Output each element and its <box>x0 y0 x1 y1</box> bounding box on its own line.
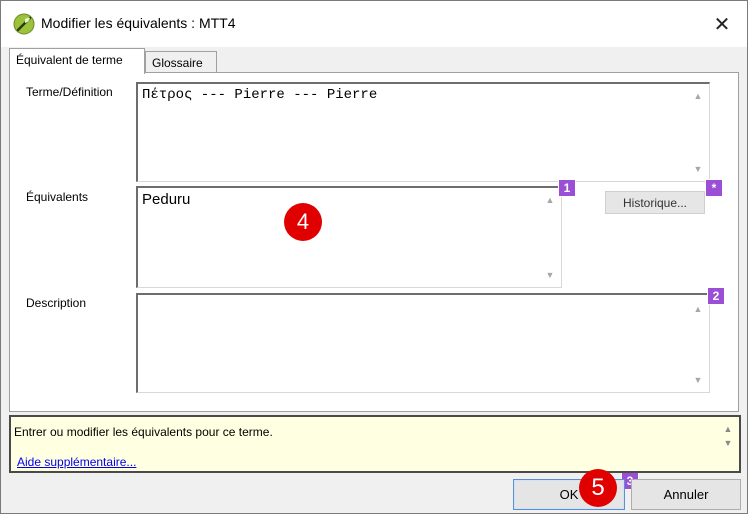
term-value: Πέτρος --- Pierre --- Pierre <box>142 87 378 103</box>
tab-glossary[interactable]: Glossaire <box>145 51 217 73</box>
scroll-up-icon[interactable]: ▲ <box>691 303 705 315</box>
help-link[interactable]: Aide supplémentaire... <box>17 455 136 469</box>
window-title: Modifier les équivalents : MTT4 <box>41 15 236 31</box>
badge-2: 2 <box>707 287 725 305</box>
description-field[interactable]: ▲ ▼ <box>136 293 710 393</box>
scroll-up-icon[interactable]: ▲ <box>543 194 557 206</box>
scroll-down-icon[interactable]: ▼ <box>721 437 735 449</box>
marker-5: 5 <box>579 469 617 507</box>
marker-4: 4 <box>284 203 322 241</box>
dialog-window: Modifier les équivalents : MTT4 ✕ Équiva… <box>0 0 748 514</box>
term-label: Terme/Définition <box>26 85 113 99</box>
scroll-up-icon[interactable]: ▲ <box>691 90 705 102</box>
ok-label: OK <box>559 487 579 502</box>
term-field[interactable]: Πέτρος --- Pierre --- Pierre ▲ ▼ <box>136 82 710 182</box>
equivalents-label: Équivalents <box>26 190 89 204</box>
scroll-up-icon[interactable]: ▲ <box>721 423 735 435</box>
close-icon: ✕ <box>713 13 731 36</box>
cancel-button[interactable]: Annuler <box>631 479 741 510</box>
scroll-down-icon[interactable]: ▼ <box>691 374 705 386</box>
tab-panel: Terme/Définition Πέτρος --- Pierre --- P… <box>9 72 739 412</box>
cancel-label: Annuler <box>663 487 709 502</box>
tab-term-equivalent[interactable]: Équivalent de terme <box>9 48 145 74</box>
app-logo-icon <box>13 13 35 35</box>
help-box: Entrer ou modifier les équivalents pour … <box>9 415 741 473</box>
badge-1: 1 <box>558 179 576 197</box>
title-bar: Modifier les équivalents : MTT4 ✕ <box>1 1 747 47</box>
scroll-down-icon[interactable]: ▼ <box>543 269 557 281</box>
equivalents-field[interactable]: Peduru ▲ ▼ <box>136 186 562 288</box>
badge-star: * <box>705 179 723 197</box>
description-label: Description <box>26 296 87 310</box>
help-text: Entrer ou modifier les équivalents pour … <box>14 425 273 439</box>
close-button[interactable]: ✕ <box>697 1 747 47</box>
history-button[interactable]: Historique... <box>605 191 705 214</box>
scroll-down-icon[interactable]: ▼ <box>691 163 705 175</box>
equivalents-value: Peduru <box>142 191 191 208</box>
